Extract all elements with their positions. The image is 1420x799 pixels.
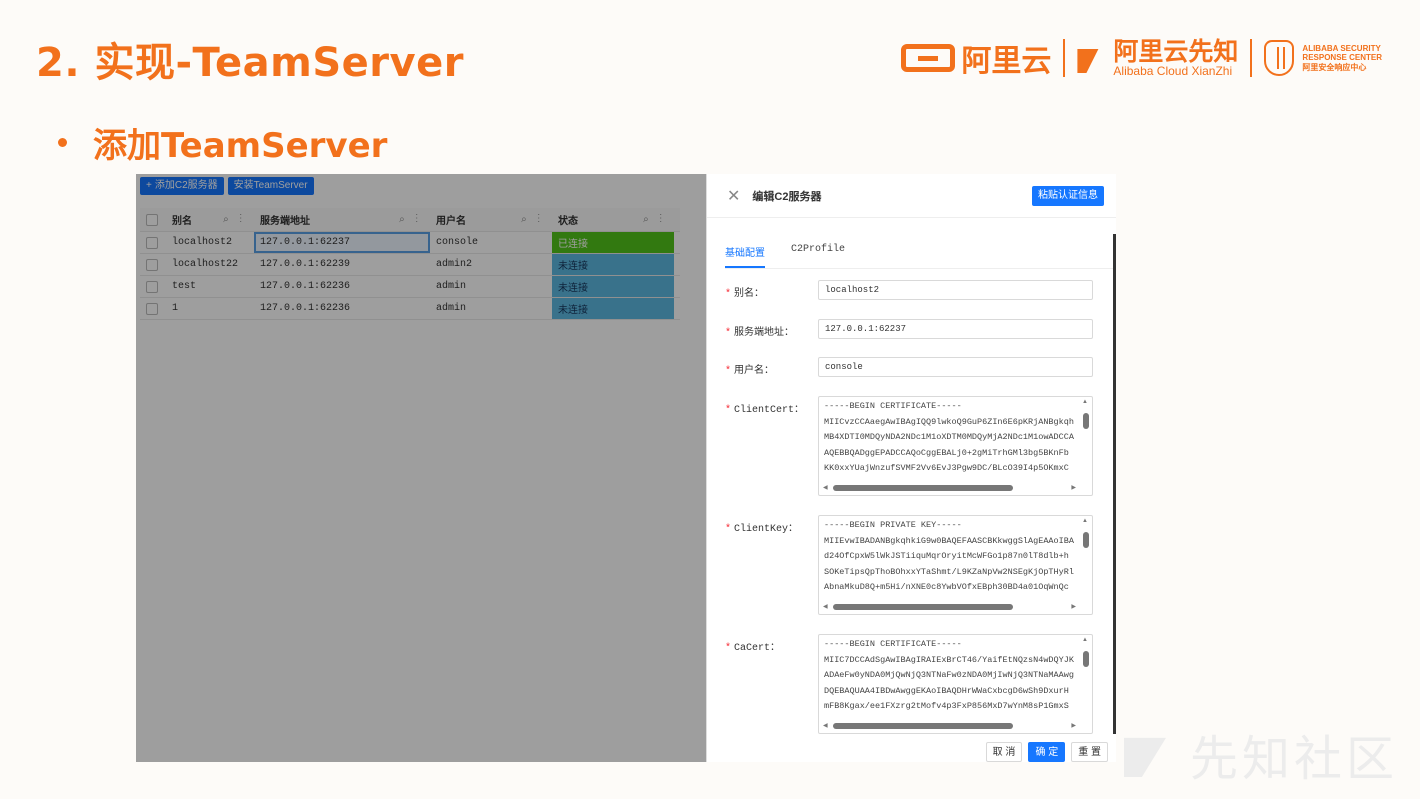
server-list-panel: + 添加C2服务器 安装TeamServer 别名 ⌕ ⋮ 服务端地址 ⌕ ⋮ 用户名… — [136, 174, 706, 762]
drawer-scrollbar[interactable] — [1113, 234, 1116, 734]
clientkey-text: -----BEGIN PRIVATE KEY----- MIIEvwIBADAN… — [824, 520, 1074, 592]
form-row-cacert: * CaCert： -----BEGIN CERTIFICATE----- MII… — [725, 634, 1093, 734]
cacert-text: -----BEGIN CERTIFICATE----- MIIC7DCCAdSg… — [824, 639, 1074, 711]
edit-server-drawer: ✕ 编辑C2服务器 粘贴认证信息 基础配置 C2Profile * 别名： loc… — [706, 174, 1116, 762]
reset-button[interactable]: 重 置 — [1071, 742, 1108, 762]
vertical-scrollbar[interactable] — [1082, 637, 1090, 719]
modal-overlay[interactable] — [136, 174, 706, 762]
clientcert-textarea[interactable]: -----BEGIN CERTIFICATE----- MIICvzCCAaeg… — [818, 396, 1093, 496]
vertical-scrollbar[interactable] — [1082, 518, 1090, 600]
horizontal-scrollbar[interactable]: ◀ ▶ — [823, 722, 1076, 730]
xianzhi-logo: 阿里云先知 Alibaba Cloud XianZhi — [1077, 36, 1239, 78]
xianzhi-watermark-icon — [1123, 737, 1166, 777]
xianzhi-logo-icon — [1077, 49, 1099, 73]
user-input[interactable]: console — [818, 357, 1093, 377]
aliyun-logo-text: 阿里云 — [961, 44, 1052, 79]
logo-divider — [1063, 39, 1066, 77]
watermark: 先知社区 — [1123, 719, 1398, 789]
slide-title: 2. 实现-TeamServer — [36, 40, 464, 86]
logo-group: 阿里云 阿里云先知 Alibaba Cloud XianZhi ALIBABA … — [901, 36, 1382, 80]
bullet-dot-icon — [58, 138, 67, 147]
field-label: * CaCert： — [725, 643, 781, 654]
horizontal-scrollbar[interactable]: ◀ ▶ — [823, 484, 1076, 492]
cacert-label: CaCert： — [734, 643, 781, 654]
aliyun-logo-icon — [901, 44, 956, 72]
vertical-scrollbar[interactable] — [1082, 399, 1090, 481]
shield-icon — [1264, 40, 1295, 76]
paste-auth-button[interactable]: 粘贴认证信息 — [1032, 185, 1104, 206]
xianzhi-logo-cn: 阿里云先知 — [1113, 36, 1239, 66]
asrc-line1: ALIBABA SECURITY — [1302, 44, 1381, 54]
address-input[interactable]: 127.0.0.1:62237 — [818, 319, 1093, 339]
drawer-footer: 取 消 确 定 重 置 — [985, 742, 1108, 762]
clientkey-label: ClientKey： — [734, 524, 799, 535]
aliyun-logo: 阿里云 — [901, 36, 1051, 80]
field-label: * ClientKey： — [725, 524, 799, 535]
close-icon[interactable]: ✕ — [727, 186, 740, 206]
field-label: * 别名： — [725, 289, 765, 300]
cacert-textarea[interactable]: -----BEGIN CERTIFICATE----- MIIC7DCCAdSg… — [818, 634, 1093, 734]
form-row-alias: * 别名： localhost2 — [725, 280, 1093, 300]
address-label: 服务端地址： — [734, 328, 795, 339]
clientcert-label: ClientCert： — [734, 405, 805, 416]
horizontal-scrollbar[interactable]: ◀ ▶ — [823, 603, 1076, 611]
field-label: * 用户名： — [725, 366, 775, 377]
alias-label: 别名： — [734, 289, 765, 300]
tab-divider — [725, 268, 1116, 269]
form-row-clientkey: * ClientKey： -----BEGIN PRIVATE KEY----- … — [725, 515, 1093, 615]
logo-divider — [1250, 39, 1253, 77]
watermark-text: 先知社区 — [1189, 731, 1398, 787]
user-label: 用户名： — [734, 366, 775, 377]
form-row-user: * 用户名： console — [725, 357, 1093, 377]
asrc-line3: 阿里安全响应中心 — [1302, 62, 1367, 72]
bullet-text: 添加TeamServer — [93, 126, 388, 166]
clientcert-text: -----BEGIN CERTIFICATE----- MIICvzCCAaeg… — [824, 401, 1074, 473]
drawer-tabs: 基础配置 C2Profile — [725, 244, 845, 268]
drawer-header: ✕ 编辑C2服务器 粘贴认证信息 — [707, 174, 1116, 218]
tab-c2profile[interactable]: C2Profile — [791, 244, 845, 268]
form-row-address: * 服务端地址： 127.0.0.1:62237 — [725, 319, 1093, 339]
asrc-logo: ALIBABA SECURITY RESPONSE CENTER 阿里安全响应中… — [1264, 40, 1382, 76]
tab-basic-config[interactable]: 基础配置 — [725, 244, 765, 268]
clientkey-textarea[interactable]: -----BEGIN PRIVATE KEY----- MIIEvwIBADAN… — [818, 515, 1093, 615]
confirm-button[interactable]: 确 定 — [1028, 742, 1066, 762]
bullet-heading: 添加TeamServer — [58, 118, 387, 167]
field-label: * ClientCert： — [725, 405, 805, 416]
app-screenshot: + 添加C2服务器 安装TeamServer 别名 ⌕ ⋮ 服务端地址 ⌕ ⋮ 用户名… — [136, 174, 1116, 762]
cancel-button[interactable]: 取 消 — [985, 742, 1023, 762]
alias-input[interactable]: localhost2 — [818, 280, 1093, 300]
asrc-line2: RESPONSE CENTER — [1302, 53, 1382, 63]
form-row-clientcert: * ClientCert： -----BEGIN CERTIFICATE-----… — [725, 396, 1093, 496]
field-label: * 服务端地址： — [725, 328, 795, 339]
drawer-title: 编辑C2服务器 — [752, 190, 822, 203]
xianzhi-logo-en: Alibaba Cloud XianZhi — [1113, 63, 1233, 78]
